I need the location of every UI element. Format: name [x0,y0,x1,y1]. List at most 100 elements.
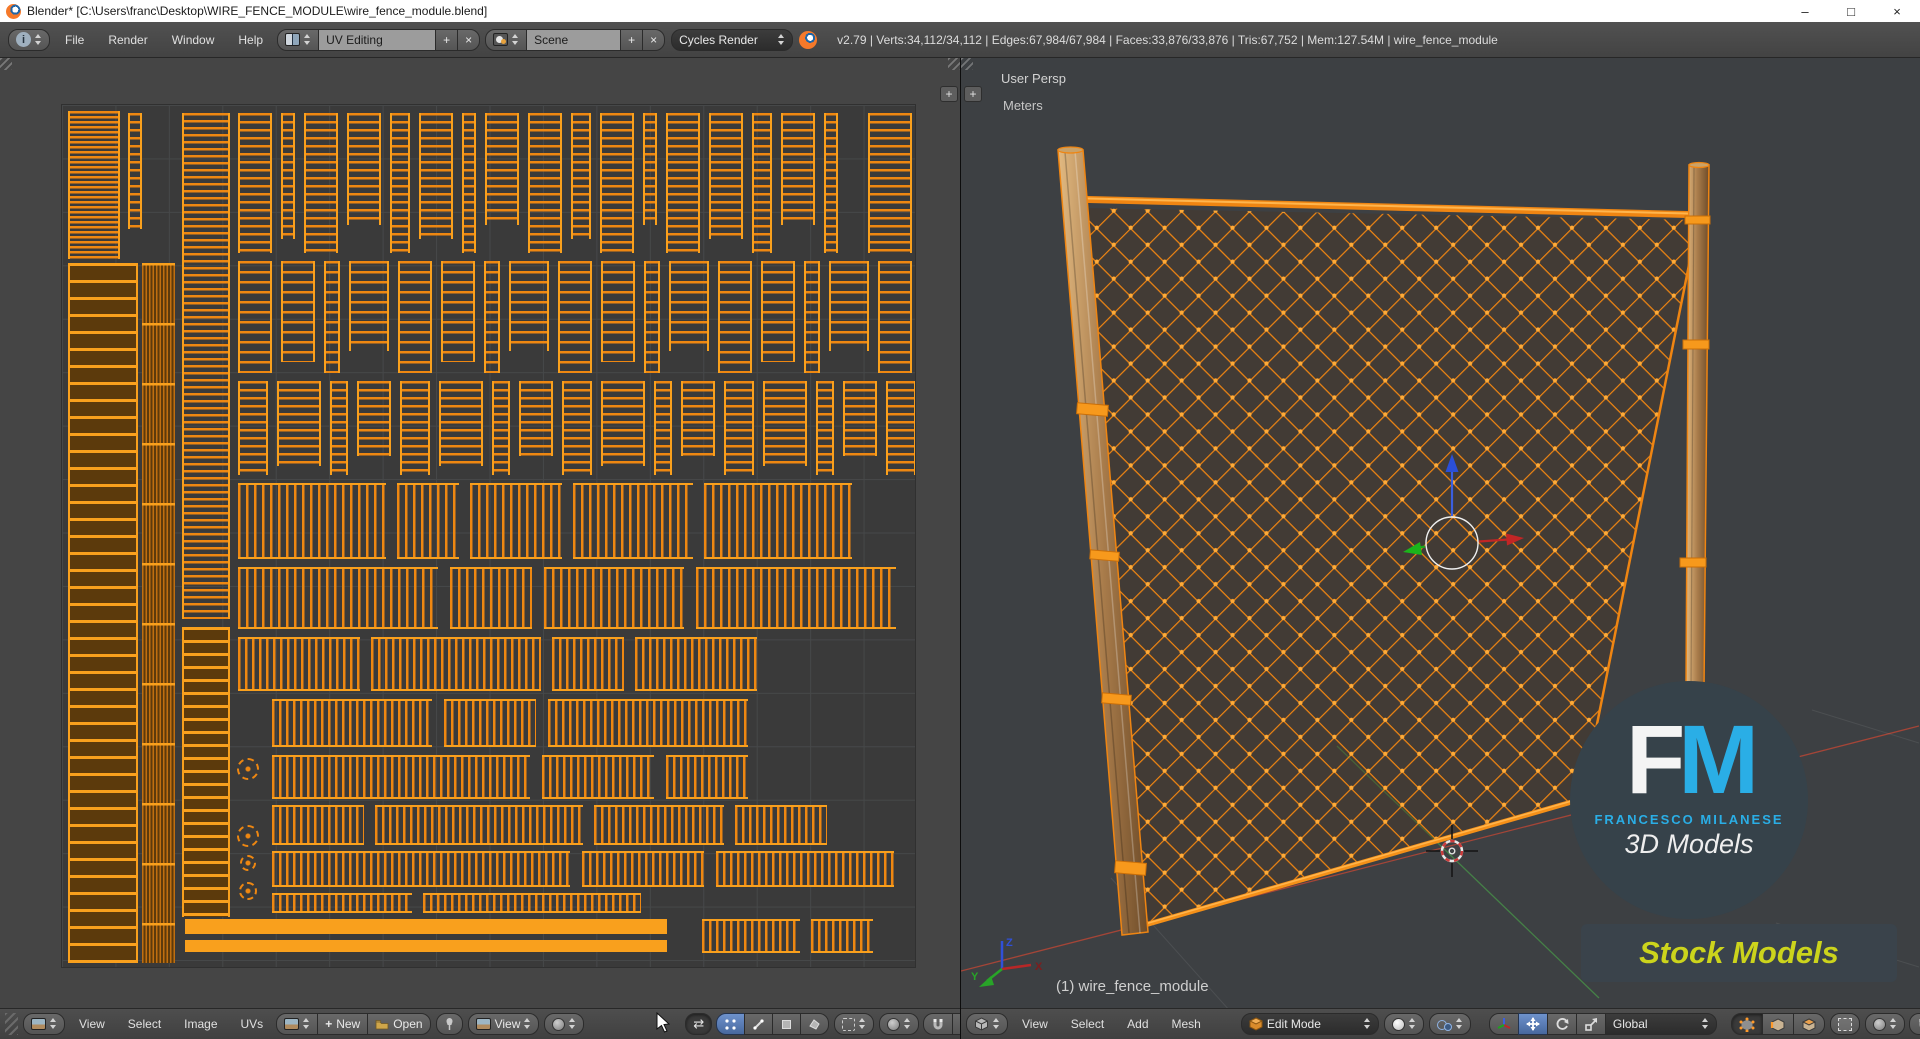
viewport-3d-icon [975,1017,988,1031]
resize-grip-icon[interactable] [5,1013,18,1035]
scene-name-field[interactable]: Scene [526,28,622,51]
viewport-shading-dropdown[interactable] [1383,1013,1424,1035]
uv-menu-view[interactable]: View [70,1014,114,1034]
properties-panel-expand-button[interactable]: + [940,86,958,102]
uv-select-island-button[interactable] [800,1013,830,1035]
editor-type-image-button[interactable] [23,1013,65,1035]
uv-island [272,893,412,913]
vp-menu-mesh[interactable]: Mesh [1163,1014,1210,1034]
uv-island [142,263,175,963]
transform-orientation-dropdown[interactable]: Global [1604,1013,1717,1035]
units-label: Meters [1003,98,1043,113]
editor-type-info-button[interactable]: i [8,28,50,51]
pivot-center-dropdown[interactable] [1428,1013,1471,1035]
proportional-edit-icon [887,1017,901,1031]
image-pin-button[interactable] [435,1013,463,1035]
limit-selection-visible-button[interactable] [1829,1013,1860,1035]
vp-proportional-edit-dropdown[interactable] [1864,1013,1905,1035]
uv-pivot-dropdown[interactable] [544,1013,585,1035]
manipulator-scale-button[interactable] [1575,1013,1606,1035]
uv-menu-select[interactable]: Select [119,1014,170,1034]
image-new-button[interactable]: + New [317,1013,369,1035]
edge-mode-cube-icon [1770,1017,1785,1032]
uv-select-vertex-button[interactable] [716,1013,746,1035]
uv-island [669,261,709,351]
editor-type-3d-button[interactable] [966,1013,1008,1035]
uv-island [562,381,592,475]
select-mode-edge-button[interactable] [1761,1013,1794,1035]
uv-island [238,637,360,691]
close-button[interactable]: × [1874,0,1920,22]
uv-canvas[interactable] [61,104,916,968]
uv-island [357,381,391,456]
uv-select-face-button[interactable] [772,1013,802,1035]
menu-window[interactable]: Window [163,30,224,50]
uv-menu-uvs[interactable]: UVs [232,1014,273,1034]
scene-delete-button[interactable]: × [642,28,666,51]
spin-arrows-icon [993,1018,1000,1030]
vp-menu-add[interactable]: Add [1118,1014,1157,1034]
uv-editor-canvas-area[interactable]: + [0,58,960,1008]
uv-editor-header: View Select Image UVs + New Open View ⇄ [0,1008,960,1039]
new-button-label: New [336,1017,361,1031]
folder-icon [375,1019,389,1029]
maximize-button[interactable]: □ [1828,0,1874,22]
uv-island [239,882,257,900]
watermark-subtitle: 3D Models [1624,829,1754,859]
uv-island [601,381,645,466]
vp-menu-view[interactable]: View [1013,1014,1057,1034]
region-corner-widget[interactable] [948,58,960,70]
region-corner-widget[interactable] [961,58,973,70]
manipulator-translate-button[interactable] [1517,1013,1548,1035]
screen-layout-add-button[interactable]: + [435,28,459,51]
uv-island [635,637,757,691]
uv-snap-toggle[interactable] [923,1013,954,1035]
info-bar: i File Render Window Help UV Editing + ×… [0,22,1920,58]
scene-browse-button[interactable] [485,28,528,51]
watermark-stock-models-badge: Stock Models [1581,924,1897,982]
scene-add-button[interactable]: + [620,28,644,51]
sticky-selection-dropdown[interactable] [834,1013,875,1035]
region-corner-widget[interactable] [0,58,12,70]
toolshelf-expand-button[interactable]: + [964,86,982,102]
uv-select-mode-group [716,1013,830,1035]
vp-menu-select[interactable]: Select [1062,1014,1113,1034]
uv-island [330,381,348,475]
uv-proportional-edit-dropdown[interactable] [879,1013,920,1035]
uv-island [238,381,268,475]
window-titlebar: Blender* [C:\Users\franc\Desktop\WIRE_FE… [0,0,1920,22]
uv-sync-selection-toggle[interactable]: ⇄ [685,1013,713,1035]
spin-arrows-icon [50,1018,57,1030]
manipulator-toggle-button[interactable] [1488,1013,1519,1035]
select-mode-vertex-button[interactable] [1730,1013,1763,1035]
select-mode-face-button[interactable] [1792,1013,1825,1035]
vp-snap-toggle[interactable] [1908,1013,1920,1035]
info-icon: i [16,32,31,47]
editor-mode-dropdown[interactable]: View [467,1013,540,1035]
edge-select-icon [753,1018,764,1030]
uv-island [666,113,700,253]
uv-island [811,919,873,953]
screen-layout-delete-button[interactable]: × [457,28,481,51]
menu-render[interactable]: Render [99,30,156,50]
uv-menu-image[interactable]: Image [175,1014,226,1034]
uv-island [724,381,754,475]
uv-island [349,261,389,351]
screen-layout-field[interactable]: UV Editing [318,28,437,51]
uv-select-edge-button[interactable] [744,1013,774,1035]
uv-snap-element-dropdown[interactable] [952,1013,960,1035]
image-open-button[interactable]: Open [367,1013,431,1035]
manipulator-rotate-button[interactable] [1546,1013,1577,1035]
menu-file[interactable]: File [56,30,93,50]
proportional-edit-icon [1872,1017,1886,1031]
minimize-button[interactable]: – [1782,0,1828,22]
interaction-mode-dropdown[interactable]: Edit Mode [1240,1013,1379,1035]
render-engine-dropdown[interactable]: Cycles Render [671,28,794,51]
image-browse-button[interactable] [276,1013,319,1035]
screen-layout-browse-button[interactable] [277,28,320,51]
viewport-canvas[interactable]: Z X Y User Persp Meters (1) wire_fence_m… [961,58,1920,1008]
spin-arrows-icon [904,1018,911,1030]
uv-island [681,381,715,456]
menu-help[interactable]: Help [229,30,272,50]
uv-island [485,113,519,225]
